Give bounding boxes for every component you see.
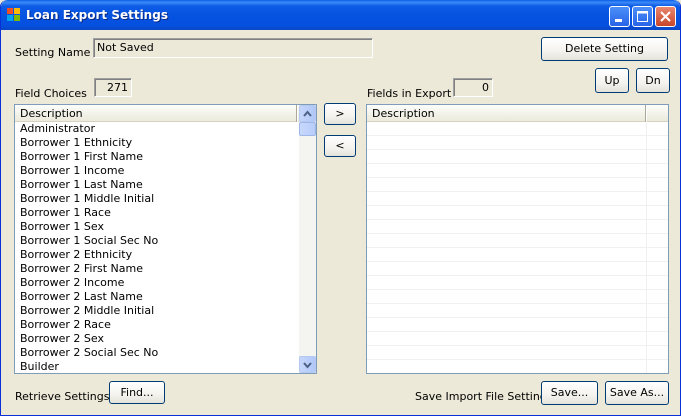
chevron-down-icon bbox=[303, 362, 312, 369]
title-bar[interactable]: Loan Export Settings bbox=[1, 0, 680, 30]
column-divider bbox=[645, 105, 647, 122]
list-item[interactable]: Borrower 2 Race bbox=[15, 318, 158, 332]
row-grid-line bbox=[367, 289, 668, 290]
row-grid-line bbox=[367, 331, 668, 332]
find-button[interactable]: Find... bbox=[109, 381, 165, 404]
row-grid-line bbox=[367, 359, 668, 360]
list-item[interactable]: Borrower 1 Middle Initial bbox=[15, 192, 158, 206]
loan-export-settings-window: Loan Export Settings Setting Name Not Sa… bbox=[0, 0, 681, 416]
add-field-button[interactable]: > bbox=[324, 103, 356, 125]
row-grid-line bbox=[367, 135, 668, 136]
field-choices-label: Field Choices bbox=[15, 87, 87, 100]
maximize-button[interactable] bbox=[632, 6, 653, 27]
field-choices-rows: Administrator Borrower 1 Ethnicity Borrowe… bbox=[15, 122, 158, 373]
minimize-icon bbox=[615, 19, 622, 22]
fields-in-export-count: 0 bbox=[453, 78, 493, 97]
row-grid-line bbox=[367, 373, 668, 374]
row-grid-line bbox=[367, 219, 668, 220]
list-item[interactable]: Borrower 1 Social Sec No bbox=[15, 234, 158, 248]
list-item[interactable]: Builder bbox=[15, 360, 158, 373]
row-grid-line bbox=[367, 177, 668, 178]
row-grid-line bbox=[367, 317, 668, 318]
save-button[interactable]: Save... bbox=[541, 381, 598, 405]
remove-field-button[interactable]: < bbox=[324, 135, 356, 157]
list-item[interactable]: Borrower 1 First Name bbox=[15, 150, 158, 164]
list-item[interactable]: Borrower 2 Social Sec No bbox=[15, 346, 158, 360]
row-grid-line bbox=[367, 247, 668, 248]
window-title: Loan Export Settings bbox=[26, 8, 168, 22]
column-grid-line bbox=[646, 122, 647, 373]
list-item[interactable]: Borrower 1 Ethnicity bbox=[15, 136, 158, 150]
row-grid-line bbox=[367, 205, 668, 206]
move-up-button[interactable]: Up bbox=[595, 68, 629, 93]
fields-in-export-header-description[interactable]: Description bbox=[367, 105, 668, 122]
fields-in-export-list[interactable]: Description bbox=[366, 104, 669, 374]
setting-name-field: Not Saved bbox=[93, 38, 373, 58]
scroll-down-button[interactable] bbox=[299, 356, 316, 373]
row-grid-line bbox=[367, 275, 668, 276]
move-down-button[interactable]: Dn bbox=[636, 68, 670, 93]
list-item[interactable]: Borrower 2 Middle Initial bbox=[15, 304, 158, 318]
list-item[interactable]: Borrower 1 Last Name bbox=[15, 178, 158, 192]
column-divider bbox=[296, 105, 298, 122]
app-windows-icon bbox=[7, 8, 20, 21]
scroll-thumb[interactable] bbox=[299, 122, 316, 136]
list-item[interactable]: Borrower 2 Ethnicity bbox=[15, 248, 158, 262]
list-item[interactable]: Borrower 1 Sex bbox=[15, 220, 158, 234]
minimize-button[interactable] bbox=[609, 6, 630, 27]
row-grid-line bbox=[367, 233, 668, 234]
list-item[interactable]: Borrower 1 Income bbox=[15, 164, 158, 178]
row-grid-line bbox=[367, 345, 668, 346]
retrieve-settings-label: Retrieve Settings bbox=[15, 390, 110, 403]
chevron-up-icon bbox=[303, 110, 312, 117]
list-item[interactable]: Borrower 1 Race bbox=[15, 206, 158, 220]
row-grid-line bbox=[367, 163, 668, 164]
field-choices-count: 271 bbox=[94, 78, 132, 97]
delete-setting-button[interactable]: Delete Setting bbox=[541, 37, 668, 61]
row-grid-line bbox=[367, 303, 668, 304]
close-button[interactable] bbox=[655, 6, 676, 27]
field-choices-header-description[interactable]: Description bbox=[15, 105, 299, 122]
row-grid-line bbox=[367, 149, 668, 150]
row-grid-line bbox=[367, 261, 668, 262]
fields-in-export-label: Fields in Export bbox=[367, 87, 452, 100]
list-item[interactable]: Administrator bbox=[15, 122, 158, 136]
close-icon bbox=[660, 11, 671, 22]
list-item[interactable]: Borrower 2 Last Name bbox=[15, 290, 158, 304]
save-import-file-settings-label: Save Import File Settings bbox=[415, 390, 553, 403]
list-item[interactable]: Borrower 2 Income bbox=[15, 276, 158, 290]
field-choices-scrollbar[interactable] bbox=[299, 105, 316, 373]
save-as-button[interactable]: Save As... bbox=[605, 381, 669, 405]
scroll-up-button[interactable] bbox=[299, 105, 316, 122]
field-choices-list[interactable]: Description Administrator Borrower 1 Ethn… bbox=[14, 104, 317, 374]
list-item[interactable]: Borrower 2 First Name bbox=[15, 262, 158, 276]
row-grid-line bbox=[367, 191, 668, 192]
list-item[interactable]: Borrower 2 Sex bbox=[15, 332, 158, 346]
maximize-icon bbox=[637, 11, 648, 22]
setting-name-label: Setting Name bbox=[15, 46, 91, 59]
